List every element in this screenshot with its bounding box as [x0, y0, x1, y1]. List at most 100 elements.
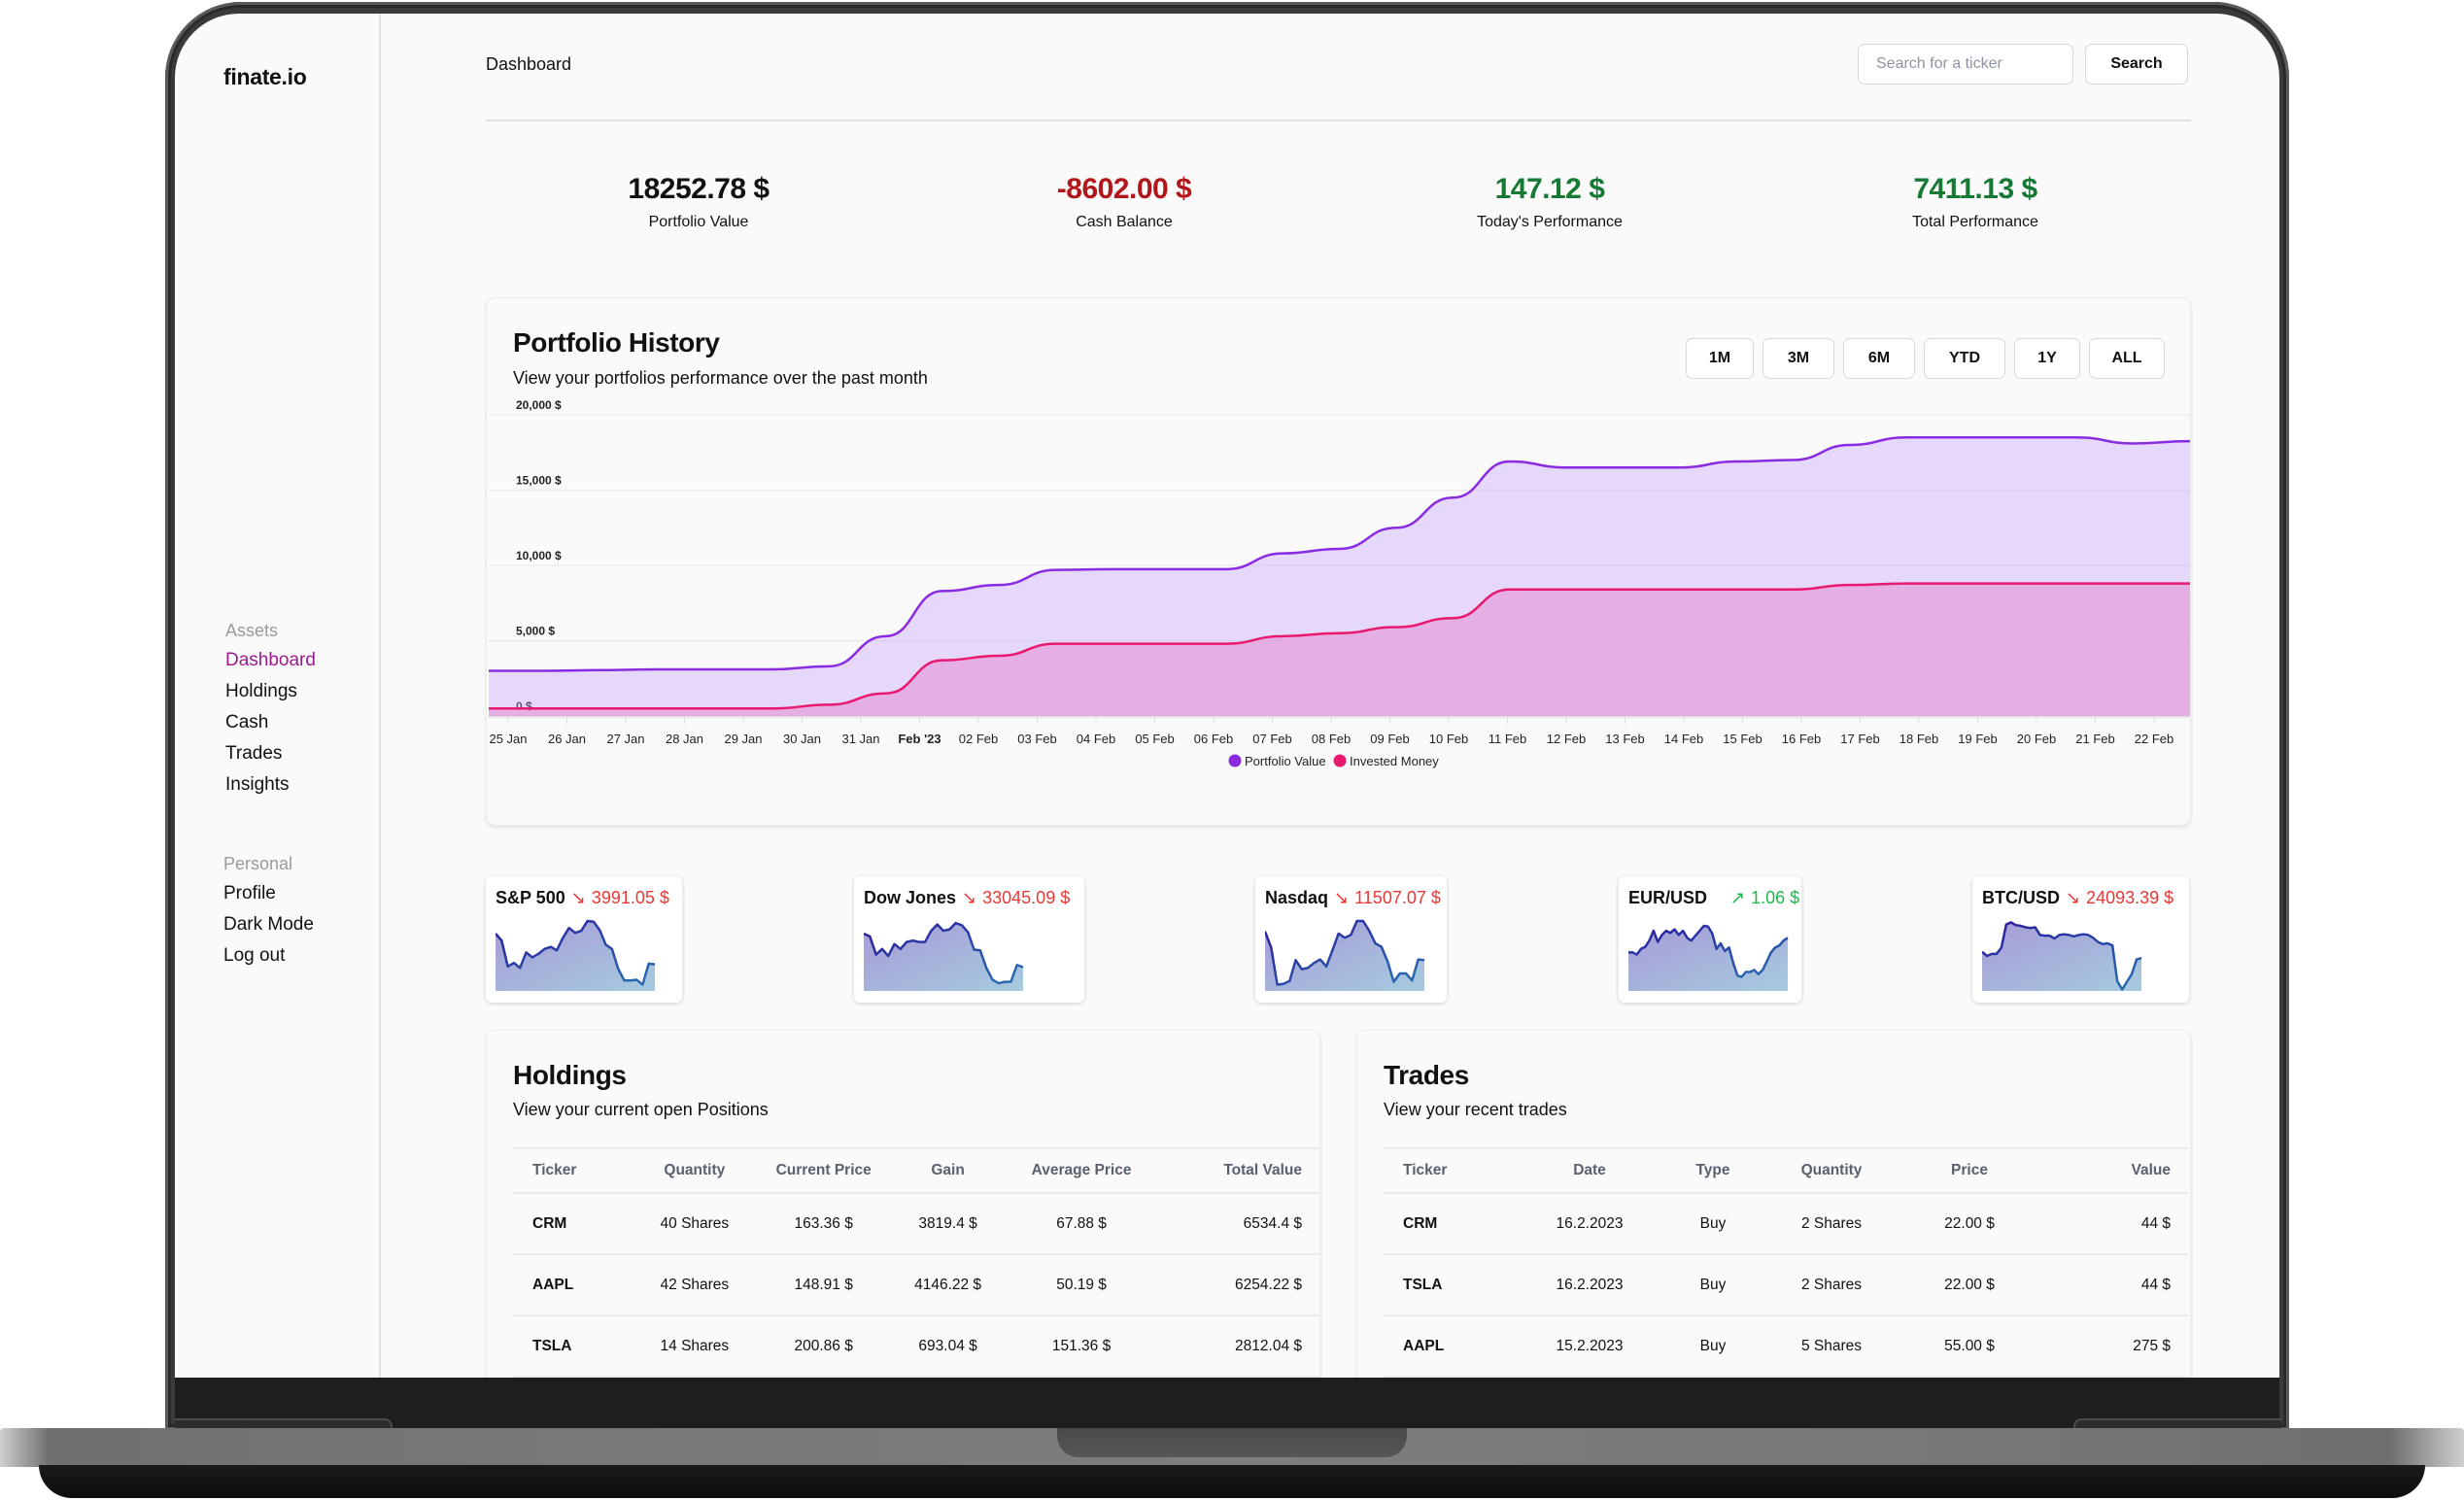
stat-label: Total Performance: [1912, 214, 2038, 230]
sidebar-item-trades[interactable]: Trades: [225, 742, 316, 773]
stat-value: 18252.78 $: [628, 173, 770, 205]
col-date[interactable]: Date: [1521, 1147, 1659, 1194]
col-ticker[interactable]: Ticker: [1384, 1147, 1521, 1194]
cell-ticker: CRM: [1384, 1193, 1521, 1255]
ticker-price: 24093.39 $: [2086, 888, 2174, 907]
ticker-card-btc-usd[interactable]: BTC/USD ↘ 24093.39 $: [1972, 876, 2189, 1003]
range-1m-button[interactable]: 1M: [1686, 338, 1754, 379]
ticker-search-input[interactable]: [1858, 44, 2073, 85]
sparkline-chart: [1265, 919, 1425, 991]
table-row[interactable]: CRM 16.2.2023 Buy 2 Shares 22.00 $ 44 $: [1384, 1193, 2188, 1255]
holdings-table: Ticker Quantity Current Price Gain Avera…: [513, 1147, 1319, 1378]
search-button[interactable]: Search: [2085, 44, 2188, 85]
sparkline-chart: [864, 921, 1024, 991]
trend-down-icon: ↘: [962, 888, 977, 907]
col-current-price[interactable]: Current Price: [761, 1147, 886, 1194]
x-tick-label: 29 Jan: [724, 732, 762, 746]
range-selector: 1M 3M 6M YTD 1Y ALL: [1686, 338, 2165, 379]
laptop-base-bottom: [39, 1465, 2425, 1498]
table-row[interactable]: TSLA 16.2.2023 Buy 2 Shares 22.00 $ 44 $: [1384, 1254, 2188, 1316]
sidebar-item-holdings[interactable]: Holdings: [225, 680, 316, 711]
range-1y-button[interactable]: 1Y: [2014, 338, 2080, 379]
col-price[interactable]: Price: [1896, 1147, 2043, 1194]
portfolio-history-chart[interactable]: 0 $5,000 $10,000 $15,000 $20,000 $25 Jan…: [487, 395, 2190, 813]
col-type[interactable]: Type: [1659, 1147, 1767, 1194]
x-tick-label: 20 Feb: [2017, 732, 2056, 746]
x-tick-label: 15 Feb: [1723, 732, 1762, 746]
cell-ticker: TSLA: [1384, 1254, 1521, 1316]
cell-quantity: 2 Shares: [1767, 1254, 1896, 1316]
cell-ticker: CRM: [513, 1193, 628, 1255]
table-header-row: Ticker Date Type Quantity Price Value: [1384, 1147, 2188, 1194]
sidebar-item-profile[interactable]: Profile: [223, 882, 314, 913]
table-row[interactable]: AAPL 42 Shares 148.91 $ 4146.22 $ 50.19 …: [513, 1254, 1319, 1316]
cell-average-price: 151.36 $: [1010, 1315, 1153, 1378]
col-value[interactable]: Value: [2043, 1147, 2188, 1194]
cell-price: 22.00 $: [1896, 1193, 2043, 1255]
legend-label[interactable]: Portfolio Value: [1245, 754, 1326, 768]
sidebar-item-log-out[interactable]: Log out: [223, 944, 314, 975]
x-tick-label: 16 Feb: [1782, 732, 1821, 746]
x-tick-label: 25 Jan: [489, 732, 527, 746]
cell-value: 275 $: [2043, 1315, 2188, 1378]
col-quantity[interactable]: Quantity: [1767, 1147, 1896, 1194]
range-6m-button[interactable]: 6M: [1843, 338, 1915, 379]
stat-value: 147.12 $: [1494, 173, 1605, 205]
breadcrumb[interactable]: Dashboard: [486, 54, 571, 75]
legend-label[interactable]: Invested Money: [1350, 754, 1439, 768]
range-3m-button[interactable]: 3M: [1762, 338, 1834, 379]
col-quantity[interactable]: Quantity: [627, 1147, 762, 1194]
trades-title: Trades: [1384, 1060, 1469, 1090]
sparkline-chart: [1628, 924, 1789, 991]
ticker-name: BTC/USD: [1982, 888, 2060, 907]
col-total-value[interactable]: Total Value: [1152, 1147, 1319, 1194]
stat-label: Today's Performance: [1477, 214, 1623, 230]
stat-portfolio-value: 18252.78 $ Portfolio Value: [553, 173, 844, 231]
holdings-subtitle: View your current open Positions: [513, 1100, 769, 1119]
cell-total-value: 2812.04 $: [1152, 1315, 1319, 1378]
table-row[interactable]: CRM 40 Shares 163.36 $ 3819.4 $ 67.88 $ …: [513, 1193, 1319, 1255]
nav-group-label-assets: Assets: [225, 621, 279, 640]
stat-label: Cash Balance: [1076, 214, 1173, 230]
trend-up-icon: ↗: [1730, 888, 1746, 907]
cell-type: Buy: [1659, 1315, 1767, 1378]
cell-value: 44 $: [2043, 1254, 2188, 1316]
cell-date: 16.2.2023: [1521, 1254, 1659, 1316]
ticker-card-dow-jones[interactable]: Dow Jones ↘ 33045.09 $: [854, 876, 1084, 1003]
stat-value: 7411.13 $: [1913, 173, 2037, 205]
x-tick-label: 05 Feb: [1135, 732, 1174, 746]
cell-gain: 3819.4 $: [885, 1193, 1010, 1255]
sidebar-item-insights[interactable]: Insights: [225, 773, 316, 804]
x-tick-label: 27 Jan: [606, 732, 644, 746]
range-all-button[interactable]: ALL: [2089, 338, 2165, 379]
app-logo[interactable]: finate.io: [223, 64, 307, 90]
sidebar-item-dark-mode[interactable]: Dark Mode: [223, 913, 314, 944]
ticker-card-eur-usd[interactable]: EUR/USD ↗ 1.06 $: [1619, 876, 1801, 1003]
col-ticker[interactable]: Ticker: [513, 1147, 628, 1194]
x-tick-label: 09 Feb: [1370, 732, 1409, 746]
cell-ticker: TSLA: [513, 1315, 628, 1378]
x-tick-label: 21 Feb: [2075, 732, 2114, 746]
stat-label: Portfolio Value: [648, 214, 749, 230]
table-row[interactable]: AAPL 15.2.2023 Buy 5 Shares 55.00 $ 275 …: [1384, 1315, 2188, 1378]
nav-group-assets: Assets Dashboard Holdings Cash Trades In…: [225, 621, 316, 804]
range-ytd-button[interactable]: YTD: [1924, 338, 2005, 379]
portfolio-history-title: Portfolio History: [513, 327, 720, 358]
sidebar: finate.io Assets Dashboard Holdings Cash…: [175, 14, 381, 1378]
ticker-card-nasdaq[interactable]: Nasdaq ↘ 11507.07 $: [1255, 876, 1447, 1003]
cell-quantity: 42 Shares: [627, 1254, 762, 1316]
cell-average-price: 50.19 $: [1010, 1254, 1153, 1316]
col-gain[interactable]: Gain: [885, 1147, 1010, 1194]
col-average-price[interactable]: Average Price: [1010, 1147, 1153, 1194]
x-tick-label: 04 Feb: [1077, 732, 1115, 746]
cell-price: 55.00 $: [1896, 1315, 2043, 1378]
cell-average-price: 67.88 $: [1010, 1193, 1153, 1255]
x-tick-label: 26 Jan: [548, 732, 586, 746]
portfolio-history-card: Portfolio History View your portfolios p…: [486, 297, 2191, 826]
ticker-card-sp500[interactable]: S&P 500 ↘ 3991.05 $: [486, 876, 682, 1003]
x-tick-label: 12 Feb: [1547, 732, 1586, 746]
table-row[interactable]: TSLA 14 Shares 200.86 $ 693.04 $ 151.36 …: [513, 1315, 1319, 1378]
sidebar-item-cash[interactable]: Cash: [225, 711, 316, 742]
x-tick-label: 31 Jan: [841, 732, 879, 746]
sidebar-item-dashboard[interactable]: Dashboard: [225, 649, 316, 680]
